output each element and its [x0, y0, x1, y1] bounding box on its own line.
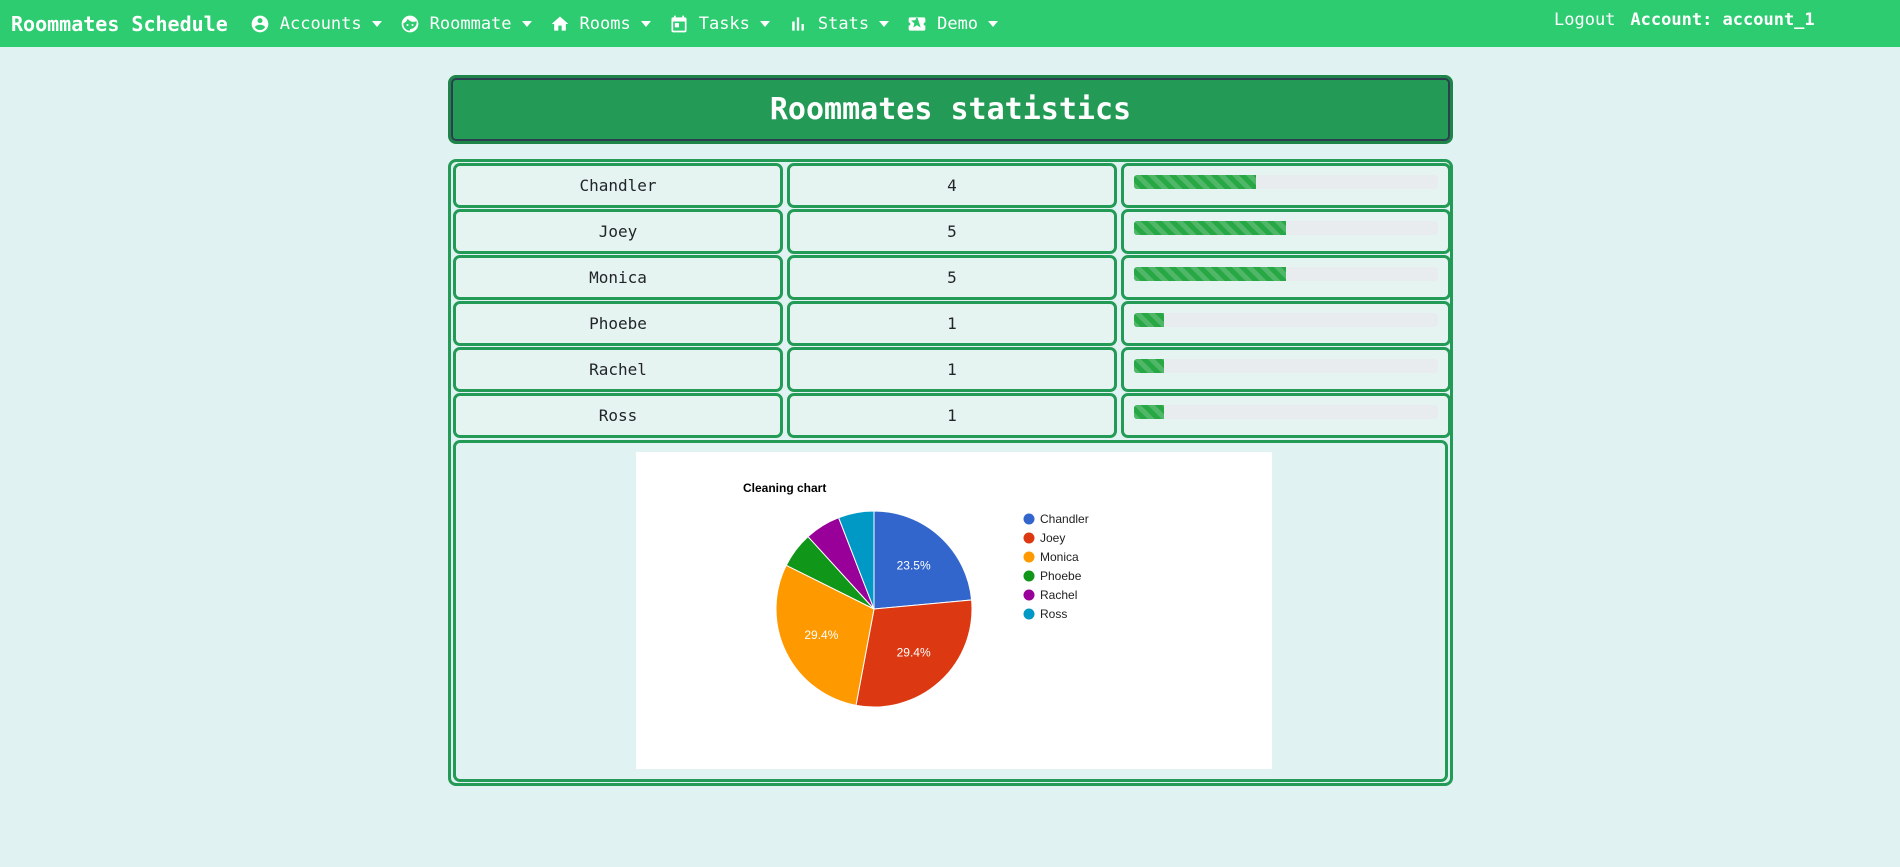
- progress-cell: [1121, 393, 1451, 438]
- roommate-name: Chandler: [453, 163, 783, 208]
- slice-label-monica: 29.4%: [804, 628, 838, 642]
- task-count: 5: [787, 255, 1117, 300]
- legend-label-joey[interactable]: Joey: [1040, 531, 1065, 545]
- nav-tasks-label: Tasks: [698, 13, 750, 34]
- cleaning-chart: Cleaning chart 23.5% 29.4% 29.4% Chandler J…: [636, 452, 1272, 769]
- nav-tasks-dropdown[interactable]: Tasks: [669, 14, 770, 34]
- roommate-name: Monica: [453, 255, 783, 300]
- nav-rooms-label: Rooms: [579, 13, 631, 34]
- progress-bar: [1134, 359, 1438, 373]
- stats-row: Monica 5: [453, 255, 1451, 300]
- calendar-icon: [669, 14, 689, 34]
- progress-bar: [1134, 405, 1438, 419]
- task-count: 5: [787, 209, 1117, 254]
- progress-bar: [1134, 175, 1438, 189]
- chevron-down-icon: [759, 20, 770, 27]
- nav-accounts-dropdown[interactable]: Accounts: [250, 14, 382, 34]
- roommate-name: Joey: [453, 209, 783, 254]
- nav-demo-label: Demo: [937, 13, 979, 34]
- task-count: 1: [787, 301, 1117, 346]
- roommate-name: Rachel: [453, 347, 783, 392]
- task-count: 4: [787, 163, 1117, 208]
- legend-swatch-rachel: [1023, 589, 1035, 601]
- nav-stats-label: Stats: [817, 13, 870, 34]
- chart-cell: Cleaning chart 23.5% 29.4% 29.4% Chandler J…: [453, 440, 1448, 782]
- page-title-box: Roommates statistics: [448, 75, 1453, 144]
- chevron-down-icon: [521, 20, 532, 27]
- ticket-icon: [907, 14, 927, 34]
- stats-row: Chandler 4: [453, 163, 1451, 208]
- progress-cell: [1121, 347, 1451, 392]
- progress-cell: [1121, 255, 1451, 300]
- legend-swatch-phoebe: [1023, 570, 1035, 582]
- chart-title: Cleaning chart: [743, 481, 826, 495]
- brand-link[interactable]: Roommates Schedule: [11, 12, 228, 36]
- logout-link[interactable]: Logout: [1554, 10, 1615, 30]
- progress-bar: [1134, 313, 1438, 327]
- top-navbar: Roommates Schedule Accounts Roommate Roo…: [0, 0, 1900, 47]
- legend-swatch-monica: [1023, 551, 1035, 563]
- stats-row: Rachel 1: [453, 347, 1451, 392]
- chevron-down-icon: [988, 20, 999, 27]
- stats-row: Ross 1: [453, 393, 1451, 438]
- roommate-name: Ross: [453, 393, 783, 438]
- legend-swatch-joey: [1023, 532, 1035, 544]
- legend-label-ross[interactable]: Ross: [1040, 607, 1067, 621]
- pie-chart-svg: Cleaning chart 23.5% 29.4% 29.4% Chandler J…: [743, 481, 1089, 708]
- progress-fill: [1134, 175, 1256, 189]
- progress-fill: [1134, 313, 1165, 327]
- progress-fill: [1134, 405, 1165, 419]
- nav-account-area: Logout Account: account_1: [1554, 0, 1815, 40]
- progress-cell: [1121, 163, 1451, 208]
- stats-row: Phoebe 1: [453, 301, 1451, 346]
- legend-label-rachel[interactable]: Rachel: [1040, 588, 1077, 602]
- bar-chart-icon: [788, 14, 808, 34]
- legend-label-phoebe[interactable]: Phoebe: [1040, 569, 1082, 583]
- progress-fill: [1134, 359, 1165, 373]
- account-label: Account: account_1: [1630, 10, 1815, 30]
- roommate-name: Phoebe: [453, 301, 783, 346]
- chevron-down-icon: [640, 20, 651, 27]
- chevron-down-icon: [879, 20, 890, 27]
- progress-fill: [1134, 267, 1286, 281]
- page-title: Roommates statistics: [769, 92, 1132, 127]
- nav-rooms-dropdown[interactable]: Rooms: [550, 14, 651, 34]
- legend-swatch-chandler: [1023, 513, 1035, 525]
- stats-row: Joey 5: [453, 209, 1451, 254]
- stats-panel: Chandler 4 Joey 5 Monica 5 Phoebe 1 Rach…: [448, 159, 1453, 786]
- slice-label-chandler: 23.5%: [897, 559, 931, 573]
- face-icon: [400, 14, 420, 34]
- nav-demo-dropdown[interactable]: Demo: [907, 13, 999, 34]
- slice-label-joey: 29.4%: [897, 645, 931, 659]
- legend-label-chandler[interactable]: Chandler: [1040, 512, 1089, 526]
- nav-accounts-label: Accounts: [279, 13, 362, 34]
- nav-roommate-dropdown[interactable]: Roommate: [400, 14, 532, 34]
- legend-swatch-ross: [1023, 608, 1035, 620]
- legend-label-monica[interactable]: Monica: [1040, 550, 1079, 564]
- account-circle-icon: [250, 14, 270, 34]
- task-count: 1: [787, 347, 1117, 392]
- progress-fill: [1134, 221, 1286, 235]
- progress-cell: [1121, 209, 1451, 254]
- progress-bar: [1134, 267, 1438, 281]
- task-count: 1: [787, 393, 1117, 438]
- chevron-down-icon: [371, 20, 382, 27]
- nav-roommate-label: Roommate: [429, 13, 512, 34]
- progress-cell: [1121, 301, 1451, 346]
- nav-stats-dropdown[interactable]: Stats: [788, 13, 890, 34]
- progress-bar: [1134, 221, 1438, 235]
- home-icon: [550, 14, 570, 34]
